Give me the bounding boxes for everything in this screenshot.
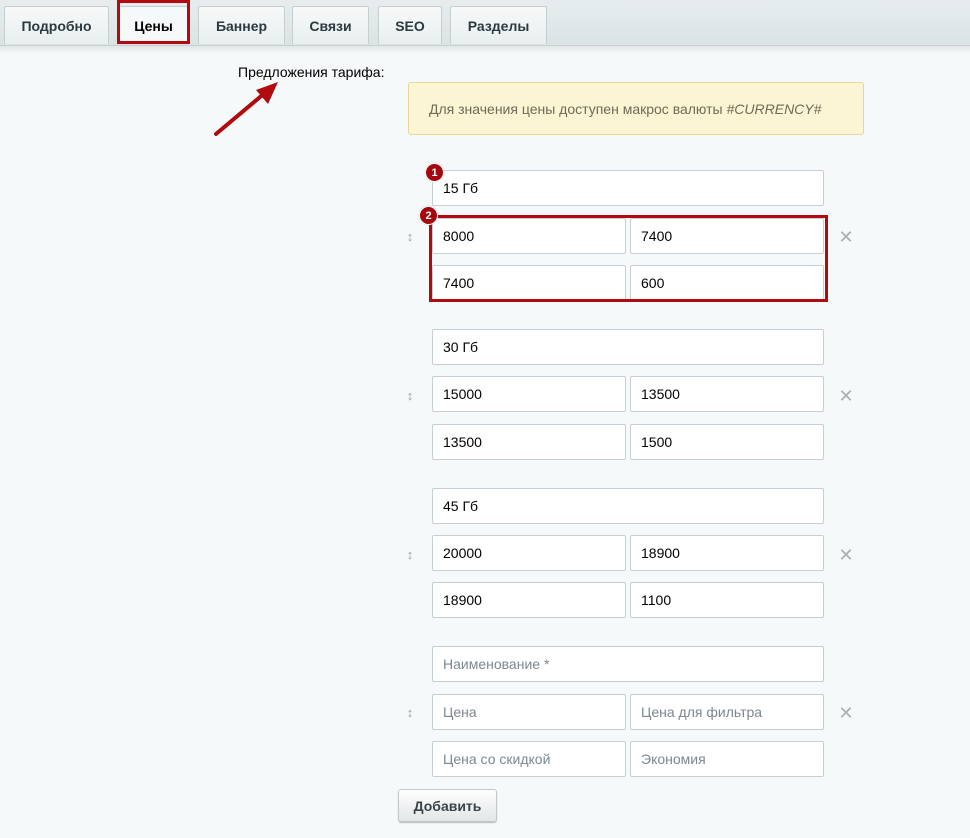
delete-row-icon[interactable]: ✕	[838, 546, 854, 564]
tab-banner[interactable]: Баннер	[198, 6, 285, 44]
offer-discount-price-input[interactable]	[432, 424, 626, 460]
offer-filter-price-input[interactable]	[630, 694, 824, 730]
drag-handle-icon[interactable]: ↕	[404, 548, 416, 562]
step-badge-2: 2	[419, 206, 438, 225]
offer-discount-price-input[interactable]	[432, 582, 626, 618]
delete-row-icon[interactable]: ✕	[838, 228, 854, 246]
offer-name-input[interactable]	[432, 488, 824, 524]
offer-name-input[interactable]	[432, 329, 824, 365]
currency-hint: Для значения цены доступен макрос валюты…	[408, 82, 864, 135]
drag-handle-icon[interactable]: ↕	[404, 389, 416, 403]
hint-text: Для значения цены доступен макрос валюты	[429, 100, 723, 117]
offer-name-input[interactable]	[432, 170, 824, 206]
offer-name-input[interactable]	[432, 646, 824, 682]
offer-filter-price-input[interactable]	[630, 376, 824, 412]
offer-price-input[interactable]	[432, 694, 626, 730]
hint-macro: #CURRENCY#	[726, 100, 822, 117]
offer-economy-input[interactable]	[630, 582, 824, 618]
offer-price-input[interactable]	[432, 376, 626, 412]
delete-row-icon[interactable]: ✕	[838, 704, 854, 722]
tab-details[interactable]: Подробно	[4, 6, 109, 44]
offer-price-input[interactable]	[432, 218, 626, 254]
tab-seo[interactable]: SEO	[378, 6, 442, 44]
tab-links[interactable]: Связи	[292, 6, 369, 44]
offer-economy-input[interactable]	[630, 741, 824, 777]
annotation-arrow-icon	[214, 82, 278, 136]
offer-discount-price-input[interactable]	[432, 265, 626, 301]
drag-handle-icon[interactable]: ↕	[404, 230, 416, 244]
offer-economy-input[interactable]	[630, 424, 824, 460]
offer-price-input[interactable]	[432, 535, 626, 571]
delete-row-icon[interactable]: ✕	[838, 387, 854, 405]
tab-prices[interactable]: Цены	[119, 6, 188, 44]
offer-discount-price-input[interactable]	[432, 741, 626, 777]
drag-handle-icon[interactable]: ↕	[404, 706, 416, 720]
tab-bar: Подробно Цены Баннер Связи SEO Разделы	[0, 0, 970, 54]
add-offer-button[interactable]: Добавить	[398, 789, 497, 822]
step-badge-1: 1	[425, 163, 444, 182]
tab-sections[interactable]: Разделы	[450, 6, 547, 44]
offer-filter-price-input[interactable]	[630, 535, 824, 571]
offer-economy-input[interactable]	[630, 265, 824, 301]
offer-filter-price-input[interactable]	[630, 218, 824, 254]
